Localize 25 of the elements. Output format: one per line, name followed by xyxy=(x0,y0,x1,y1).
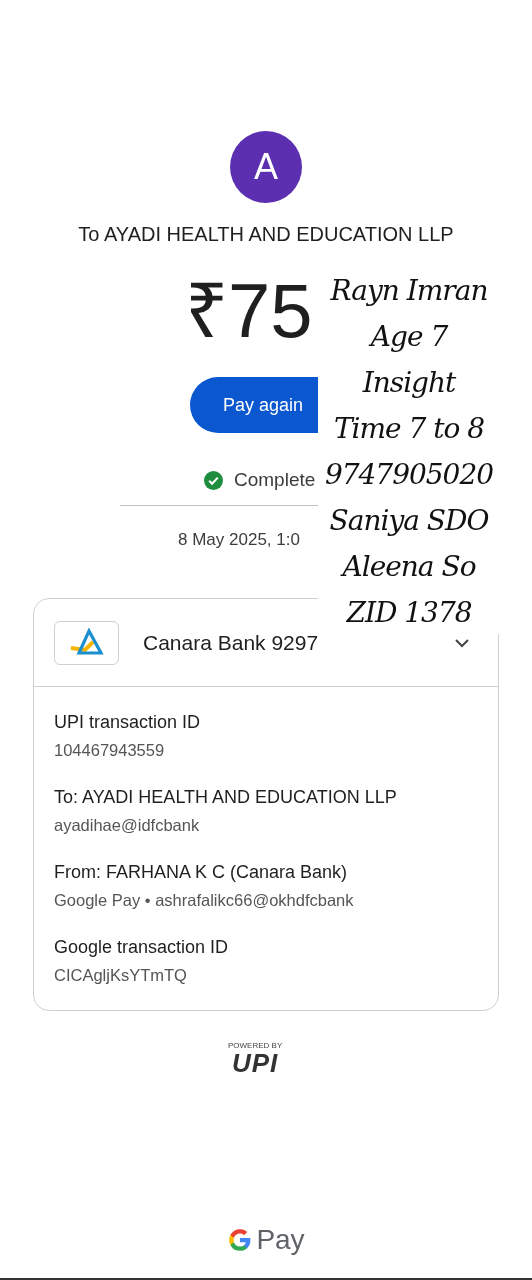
note-line: ZID 1378 xyxy=(346,595,472,631)
note-line: Aleena So xyxy=(342,549,476,585)
detail-value: 104467943559 xyxy=(54,740,166,761)
note-line: Insight xyxy=(362,365,456,401)
detail-value: CICAgljKsYTmTQ xyxy=(54,965,188,986)
upi-logo: POWERED BY UPI xyxy=(228,1041,283,1076)
detail-label: UPI transaction ID xyxy=(54,711,202,734)
avatar: A xyxy=(230,131,302,203)
note-line: Time 7 to 8 xyxy=(333,411,485,447)
detail-value: Google Pay • ashrafalikc66@okhdfcbank xyxy=(54,890,355,911)
note-line: Age 7 xyxy=(370,319,448,355)
pay-again-button[interactable]: Pay again xyxy=(190,377,318,433)
status-text: Complete xyxy=(234,469,316,491)
detail-label: To: AYADI HEALTH AND EDUCATION LLP xyxy=(54,786,398,809)
detail-value: ayadihae@idfcbank xyxy=(54,815,201,836)
payee-name: To AYADI HEALTH AND EDUCATION LLP xyxy=(77,222,455,247)
transaction-date: 8 May 2025, 1:0 xyxy=(178,530,301,550)
amount: ₹75 xyxy=(185,269,313,353)
note-line: Saniya SDO xyxy=(329,503,489,539)
pay-wordmark: Pay xyxy=(256,1224,305,1256)
note-line: 9747905020 xyxy=(324,457,494,493)
note-line: Rayn Imran xyxy=(330,273,488,309)
detail-label: From: FARHANA K C (Canara Bank) xyxy=(54,861,349,884)
detail-label: Google transaction ID xyxy=(54,936,230,959)
bank-account-name: Canara Bank 9297 xyxy=(143,630,320,655)
